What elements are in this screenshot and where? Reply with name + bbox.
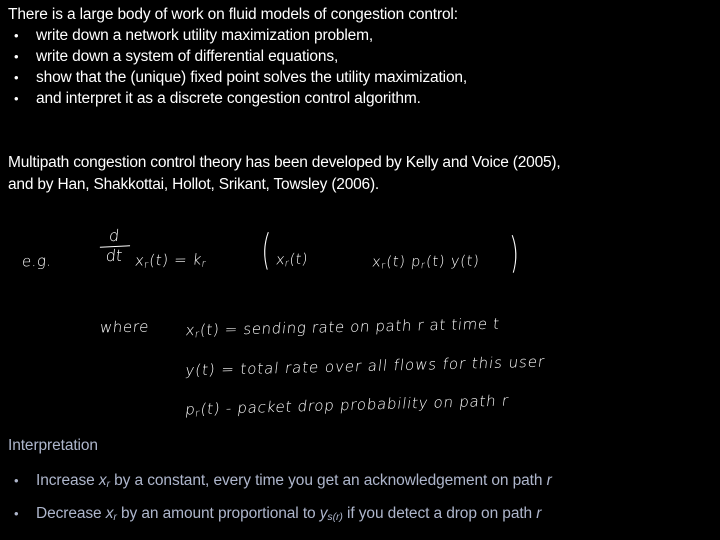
handwriting-inner-term-a: xr(t) <box>275 252 309 270</box>
handwriting-paren-open: ( <box>261 224 272 275</box>
handwriting-definition-3: pr(t) - packet drop probability on path … <box>184 392 510 420</box>
interp-1-variable: xr <box>98 472 110 490</box>
interp-2-suffix-2: if you detect a drop on path <box>342 505 537 523</box>
slide-canvas: There is a large body of work on fluid m… <box>0 0 720 540</box>
list-item: • Decrease xr by an amount proportional t… <box>8 499 714 532</box>
list-item-label: write down a system of differential equa… <box>36 48 339 65</box>
list-item-label: write down a network utility maximizatio… <box>36 27 374 44</box>
interp-2-prefix: Decrease <box>36 505 106 523</box>
interp-2-variable-2-subscript: s(r) <box>327 511 343 524</box>
citation-line-1: Multipath congestion control theory has … <box>8 154 561 171</box>
handwriting-derivative-fraction: d dt <box>98 225 132 266</box>
list-item: • and interpret it as a discrete congest… <box>8 88 712 109</box>
interp-2-trailing-variable: r <box>536 505 542 523</box>
bullet-icon: • <box>14 91 19 106</box>
equation-lhs-arg: (t) = k <box>148 250 203 270</box>
intro-block: There is a large body of work on fluid m… <box>8 4 712 109</box>
intro-lead-line: There is a large body of work on fluid m… <box>8 6 458 23</box>
handwriting-equation-lhs: xr(t) = kr <box>134 250 208 270</box>
fraction-denominator: dt <box>104 246 124 266</box>
list-item: • show that the (unique) fixed point sol… <box>8 67 712 88</box>
list-item: • write down a network utility maximizat… <box>8 25 712 46</box>
bullet-icon: • <box>14 473 19 488</box>
inner-a-arg: (t) <box>288 251 309 269</box>
citation-block: Multipath congestion control theory has … <box>8 152 714 196</box>
interp-2-variable-2: ys(r) <box>320 505 343 524</box>
list-item-label: and interpret it as a discrete congestio… <box>36 90 421 107</box>
list-item: • Increase xr by a constant, every time y… <box>8 466 714 499</box>
def2-text: (t) = total rate over all flows for this… <box>194 352 547 380</box>
interp-2-suffix: by an amount proportional to <box>116 505 320 523</box>
intro-bullet-list: • write down a network utility maximizat… <box>8 25 712 109</box>
interpretation-heading: Interpretation <box>8 437 98 454</box>
interp-1-suffix: by a constant, every time you get an ack… <box>109 472 547 489</box>
interp-1-variable-base: x <box>98 472 107 489</box>
def1-text: (t) = sending rate on path r at time t <box>199 314 501 339</box>
bullet-icon: • <box>14 49 19 64</box>
inner-b-arg-2: (t) y(t) <box>425 253 481 270</box>
interpretation-block: Interpretation • Increase xr by a constan… <box>8 435 714 532</box>
handwriting-where-label: where <box>99 317 150 337</box>
list-item-label: show that the (unique) fixed point solve… <box>36 69 468 86</box>
handwriting-definition-1: xr(t) = sending rate on path r at time t <box>185 315 501 341</box>
def3-text: (t) - packet drop probability on path r <box>199 391 510 419</box>
interp-2-variable: xr <box>106 505 117 523</box>
bullet-icon: • <box>14 506 19 522</box>
citation-line-2: and by Han, Shakkottai, Hollot, Srikant,… <box>8 176 380 193</box>
interp-1-prefix: Increase <box>36 472 99 489</box>
handwriting-inner-term-b: xr(t) pr(t) y(t) <box>371 254 480 272</box>
handwriting-eg-label: e.g. <box>21 251 53 271</box>
handwriting-definition-2: y(t) = total rate over all flows for thi… <box>184 353 546 380</box>
interp-1-trailing-variable: r <box>546 472 552 489</box>
interpretation-bullet-list: • Increase xr by a constant, every time y… <box>8 466 714 532</box>
list-item: • write down a system of differential eq… <box>8 46 712 67</box>
fraction-numerator: d <box>108 225 121 246</box>
bullet-icon: • <box>14 28 19 43</box>
handwriting-paren-close: ) <box>508 227 520 278</box>
bullet-icon: • <box>14 70 19 85</box>
inner-b-arg: (t) p <box>385 254 422 271</box>
equation-k-subscript: r <box>200 258 207 270</box>
